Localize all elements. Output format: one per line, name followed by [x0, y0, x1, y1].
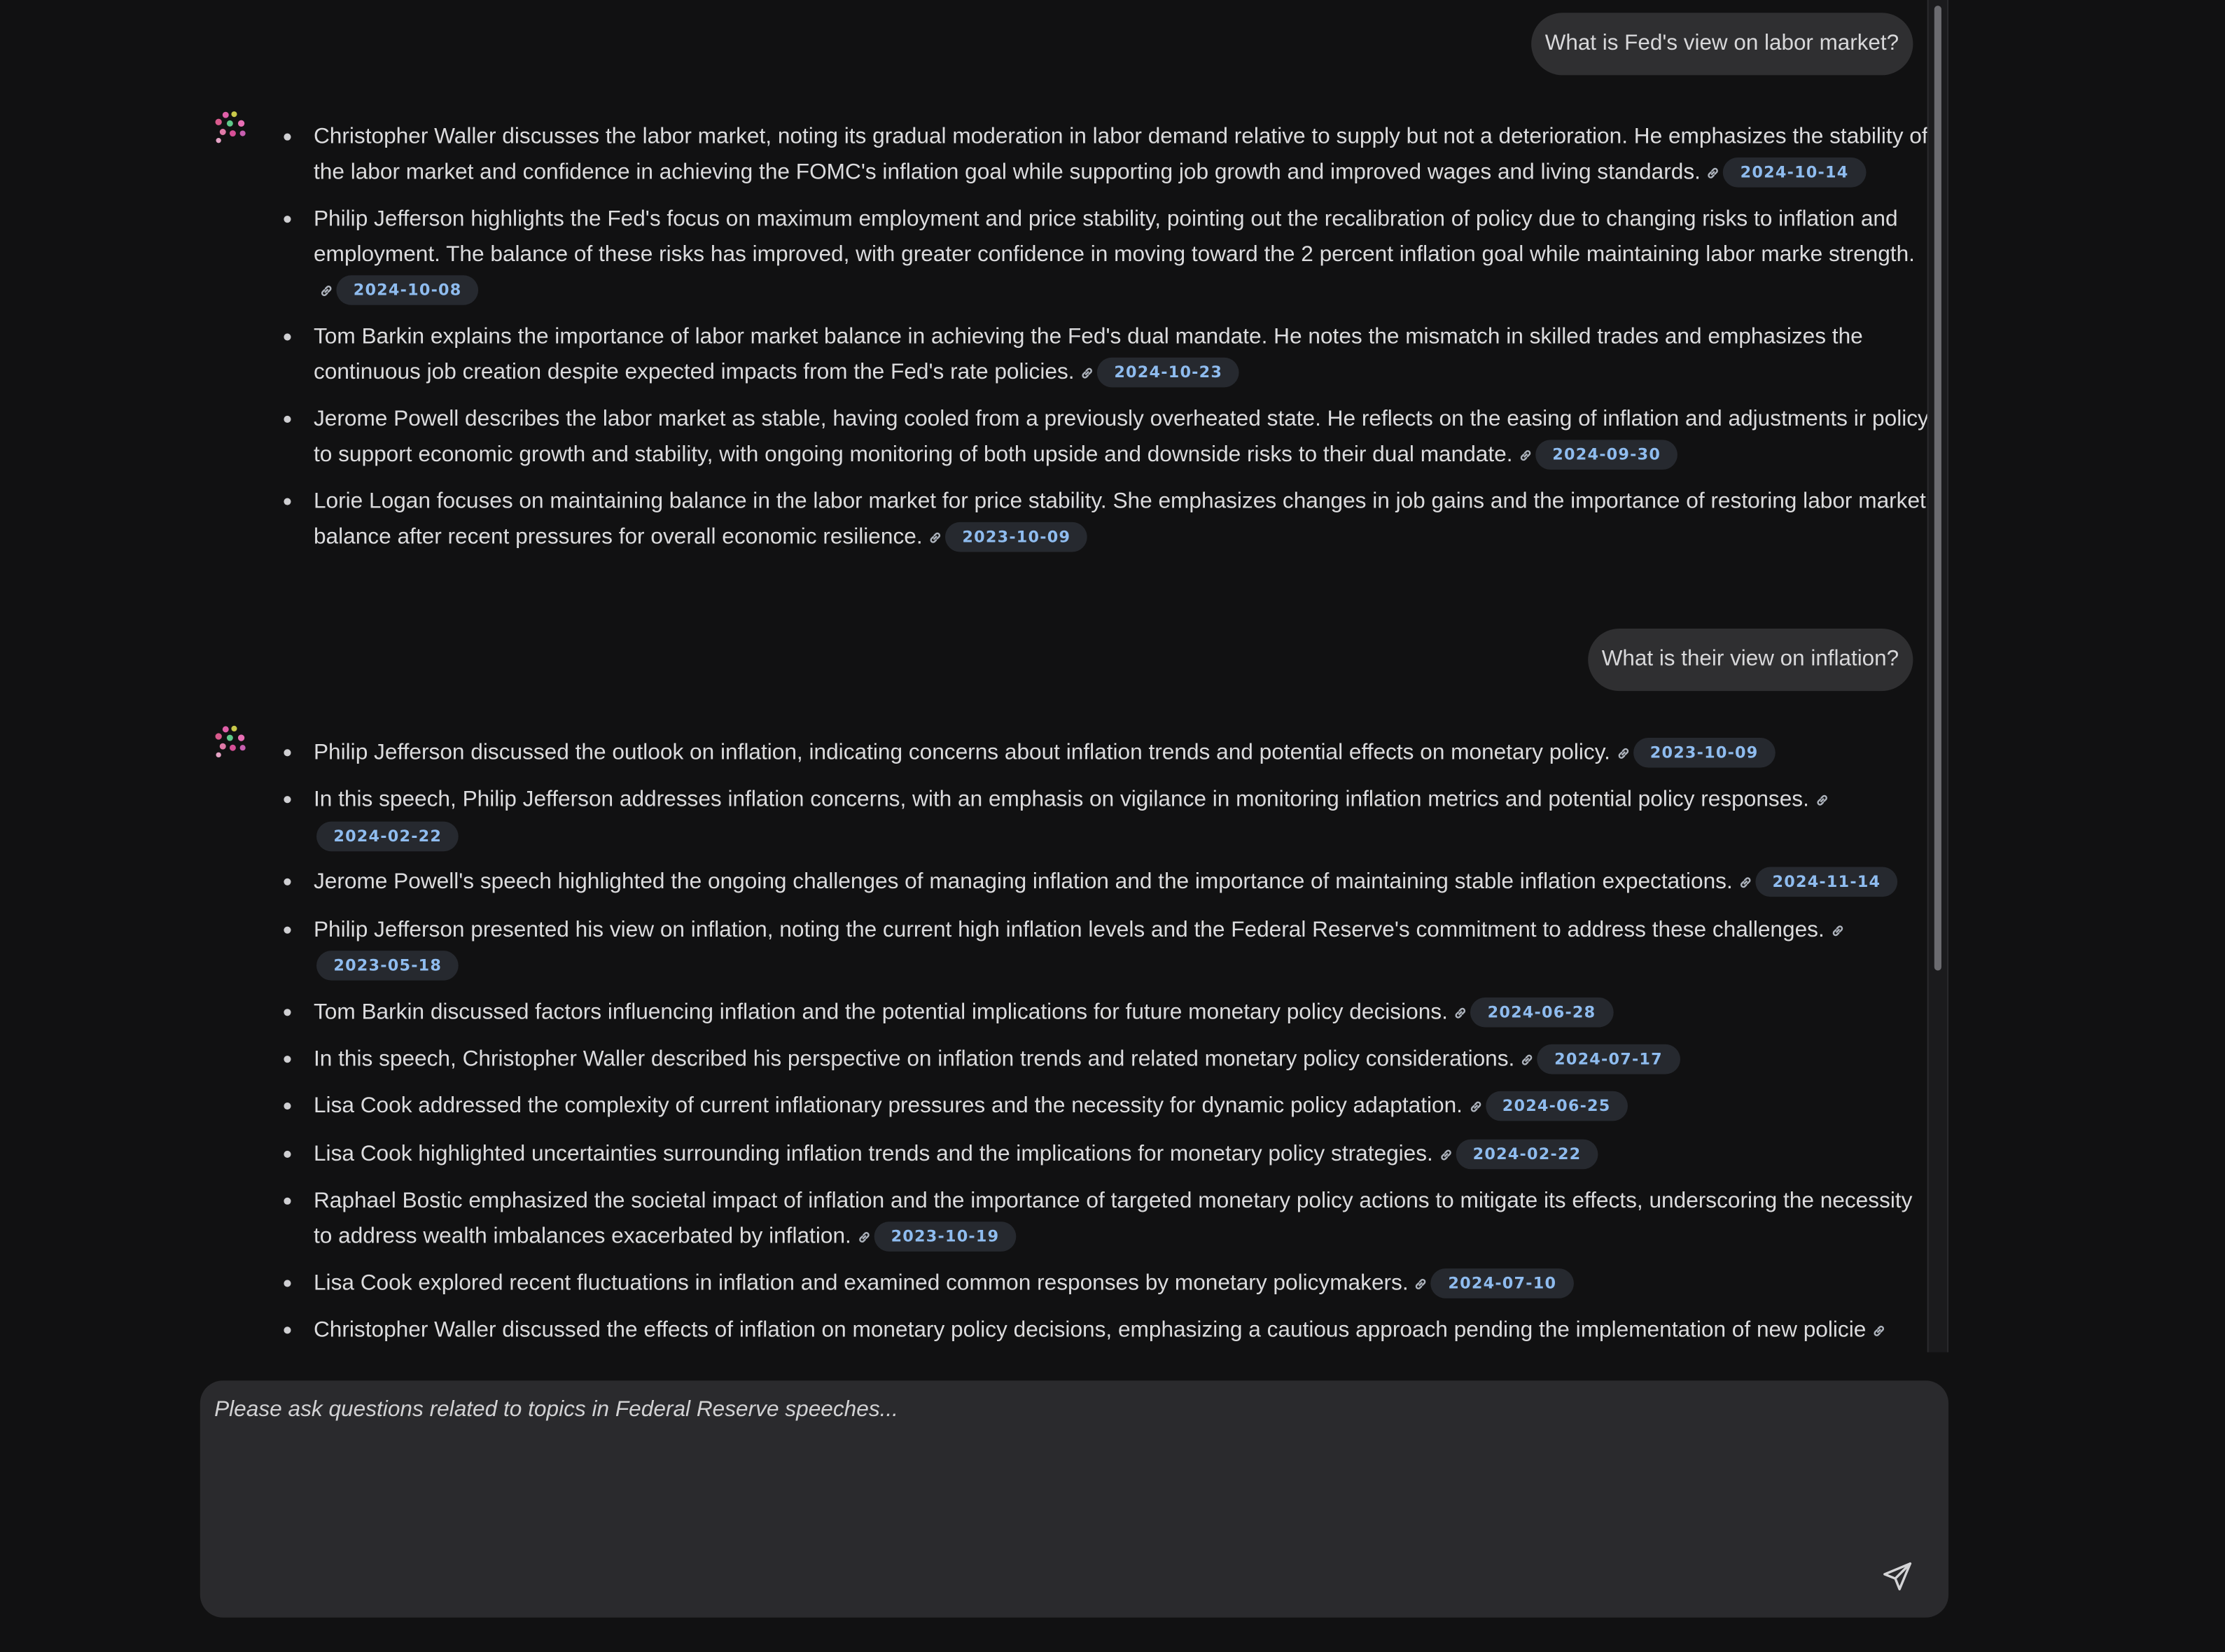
link-icon[interactable] — [1815, 785, 1829, 820]
answer-text: Raphael Bostic emphasized the societal i… — [313, 1189, 1913, 1249]
link-icon[interactable] — [857, 1222, 871, 1256]
date-badge: 2024-10-23 — [1096, 357, 1240, 387]
answer-list-item: Tom Barkin explains the importance of la… — [284, 321, 1927, 393]
answer-text: In this speech, Christopher Waller descr… — [313, 1047, 1515, 1072]
question-input[interactable]: Please ask questions related to topics i… — [200, 1380, 1949, 1618]
answer-text: Christopher Waller discusses the labor m… — [313, 125, 1927, 185]
answer-text: Philip Jefferson highlights the Fed's fo… — [313, 207, 1915, 267]
answer-text: Jerome Powell describes the labor market… — [313, 407, 1927, 467]
link-icon[interactable] — [319, 275, 333, 310]
answer-text: Lorie Logan focuses on maintaining balan… — [313, 489, 1926, 550]
answer-list-item: Lisa Cook highlighted uncertainties surr… — [284, 1138, 1927, 1174]
link-icon[interactable] — [1706, 158, 1720, 192]
link-icon[interactable] — [1439, 1139, 1453, 1174]
answer-list-item: Christopher Waller discussed the effects… — [284, 1315, 1927, 1352]
date-badge: 2024-10-14 — [1723, 157, 1866, 188]
date-badge: 2024-02-22 — [316, 821, 459, 852]
link-icon[interactable] — [1520, 1044, 1534, 1079]
link-icon[interactable] — [928, 522, 942, 557]
user-message-bubble: What is their view on inflation? — [1587, 628, 1913, 692]
date-badge: 2024-06-25 — [1485, 1091, 1628, 1122]
answer-list-item: Lisa Cook addressed the complexity of cu… — [284, 1090, 1927, 1127]
bot-avatar-icon — [215, 725, 246, 758]
answer-list-item: Lisa Cook explored recent fluctuations i… — [284, 1267, 1927, 1303]
answer-list-item: Jerome Powell's speech highlighted the o… — [284, 866, 1927, 902]
answer-list-item: In this speech, Christopher Waller descr… — [284, 1043, 1927, 1079]
date-badge: 2023-10-09 — [945, 522, 1088, 552]
date-badge: 2023-05-18 — [316, 951, 459, 981]
answer-text: Philip Jefferson presented his view on i… — [313, 917, 1825, 942]
answer-text: Lisa Cook highlighted uncertainties surr… — [313, 1142, 1433, 1166]
answer-list-item: Philip Jefferson presented his view on i… — [284, 913, 1927, 986]
answer-text: Lisa Cook addressed the complexity of cu… — [313, 1094, 1463, 1119]
answer-text: In this speech, Philip Jefferson address… — [313, 788, 1809, 813]
date-badge: 2023-10-09 — [1633, 738, 1776, 768]
link-icon[interactable] — [1871, 1316, 1885, 1351]
assistant-answer-labor: Christopher Waller discusses the labor m… — [278, 120, 1927, 568]
answer-text: Lisa Cook explored recent fluctuations i… — [313, 1271, 1409, 1296]
answer-list-item: Christopher Waller discusses the labor m… — [284, 120, 1927, 192]
input-placeholder: Please ask questions related to topics i… — [214, 1397, 898, 1422]
answer-list-item: In this speech, Philip Jefferson address… — [284, 784, 1927, 856]
link-icon[interactable] — [1830, 915, 1844, 950]
answer-list-item: Philip Jefferson discussed the outlook o… — [284, 736, 1927, 773]
date-badge: 2024-11-14 — [1755, 867, 1898, 897]
answer-list-item: Philip Jefferson highlights the Fed's fo… — [284, 203, 1927, 310]
link-icon[interactable] — [1468, 1092, 1482, 1127]
date-badge: 2024-09-30 — [1535, 440, 1678, 470]
user-message-bubble: What is Fed's view on labor market? — [1530, 13, 1913, 76]
link-icon[interactable] — [1080, 357, 1094, 392]
date-badge: 2024-07-17 — [1537, 1044, 1680, 1074]
answer-list-item: Raphael Bostic emphasized the societal i… — [284, 1184, 1927, 1256]
date-badge: 2023-10-19 — [874, 1221, 1017, 1252]
date-badge: 2024-02-22 — [1456, 1139, 1598, 1169]
bot-avatar-icon — [215, 111, 246, 144]
chat-area: What is Fed's view on labor market? Chri… — [0, 0, 1927, 1352]
answer-list-item: Tom Barkin discussed factors influencing… — [284, 996, 1927, 1032]
answer-list-item: Lorie Logan focuses on maintaining balan… — [284, 486, 1927, 558]
date-badge: 2024-06-28 — [1470, 997, 1613, 1028]
answer-text: Jerome Powell's speech highlighted the o… — [313, 870, 1733, 895]
answer-text: Christopher Waller discussed the effects… — [313, 1318, 1867, 1343]
date-badge: 2024-07-10 — [1431, 1268, 1574, 1298]
link-icon[interactable] — [1453, 997, 1467, 1032]
chat-scrollbar[interactable] — [1927, 0, 1949, 1352]
send-icon[interactable] — [1881, 1560, 1915, 1594]
link-icon[interactable] — [1616, 738, 1630, 773]
answer-text: Tom Barkin discussed factors influencing… — [313, 1000, 1448, 1025]
date-badge: 2024-10-08 — [336, 274, 479, 305]
link-icon[interactable] — [1414, 1268, 1428, 1303]
assistant-answer-inflation: Philip Jefferson discussed the outlook o… — [278, 736, 1927, 1352]
scrollbar-thumb[interactable] — [1934, 6, 1941, 971]
link-icon[interactable] — [1519, 440, 1533, 475]
link-icon[interactable] — [1738, 867, 1752, 902]
answer-text: Philip Jefferson discussed the outlook o… — [313, 741, 1610, 765]
answer-list-item: Jerome Powell describes the labor market… — [284, 403, 1927, 475]
